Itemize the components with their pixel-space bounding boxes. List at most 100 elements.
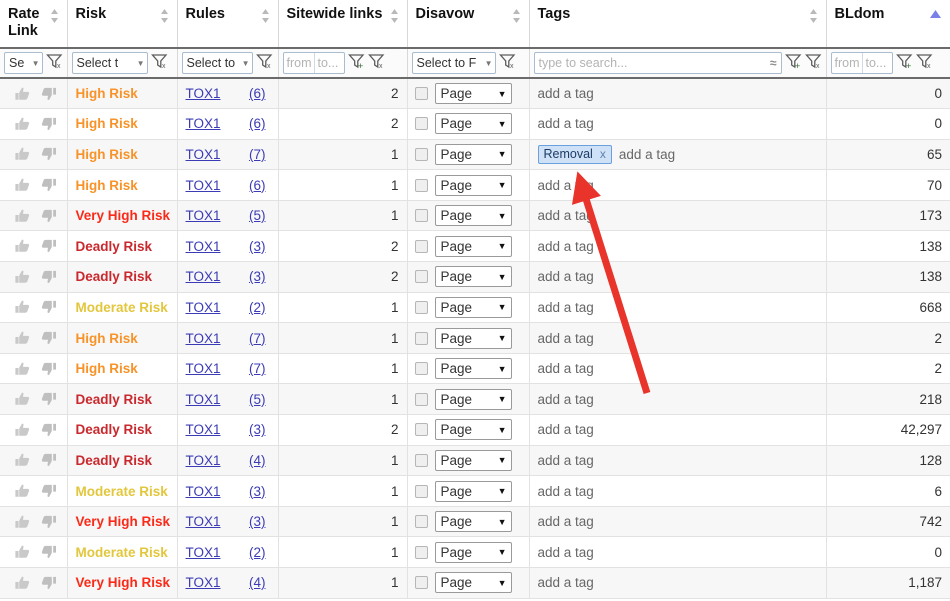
add-tag-button[interactable]: add a tag (538, 392, 594, 407)
disavow-scope-select[interactable]: Page ▼ (434, 480, 512, 502)
disavow-scope-select[interactable]: Page ▼ (434, 174, 512, 196)
rules-link[interactable]: TOX1 (186, 361, 221, 376)
table-row[interactable]: Deadly Risk TOX1 (5) 1 Page ▼ add a tag 218 (0, 383, 950, 416)
table-row[interactable]: High Risk TOX1 (6) 1 Page ▼ add a tag 70 (0, 169, 950, 201)
thumbs-down-icon[interactable] (40, 575, 57, 591)
rules-link[interactable]: TOX1 (186, 147, 221, 162)
disavow-scope-select[interactable]: Page ▼ (434, 296, 512, 318)
sort-toggle-icon[interactable] (809, 8, 818, 24)
rules-link[interactable]: TOX1 (186, 86, 221, 101)
tag-remove-icon[interactable]: x (600, 147, 606, 161)
rules-link[interactable]: TOX1 (186, 392, 221, 407)
bldom-to-input[interactable]: to... (861, 53, 892, 73)
add-tag-button[interactable]: add a tag (538, 545, 594, 560)
thumbs-up-icon[interactable] (14, 391, 31, 407)
sort-ascending-icon[interactable] (929, 7, 942, 23)
filter-clear-icon[interactable]: x (498, 52, 516, 74)
rules-filter-select[interactable]: Select to ▼ (181, 52, 253, 74)
filter-add-icon[interactable]: + (784, 52, 802, 74)
rules-link[interactable]: TOX1 (186, 545, 221, 560)
filter-clear-icon[interactable]: x (45, 52, 63, 74)
disavow-scope-select[interactable]: Page ▼ (434, 327, 512, 349)
sitewide-links-from-input[interactable]: from (284, 53, 314, 73)
thumbs-up-icon[interactable] (14, 86, 31, 102)
column-header-tags[interactable]: Tags (529, 0, 827, 49)
rules-link[interactable]: TOX1 (186, 484, 221, 499)
table-row[interactable]: Moderate Risk TOX1 (2) 1 Page ▼ add a tag 0 (0, 536, 950, 568)
disavow-checkbox[interactable] (414, 423, 428, 437)
table-row[interactable]: High Risk TOX1 (7) 1 Page ▼ Removal x add a tag 6… (0, 139, 950, 171)
rules-count-link[interactable]: (4) (249, 575, 266, 590)
table-row[interactable]: Very High Risk TOX1 (3) 1 Page ▼ add a tag 742 (0, 506, 950, 538)
sort-toggle-icon[interactable] (390, 8, 399, 24)
disavow-checkbox[interactable] (414, 117, 428, 131)
rules-link[interactable]: TOX1 (186, 422, 221, 437)
table-row[interactable]: Deadly Risk TOX1 (4) 1 Page ▼ add a tag 128 (0, 445, 950, 477)
disavow-checkbox[interactable] (414, 515, 428, 529)
thumbs-down-icon[interactable] (40, 483, 57, 499)
sitewide-links-range-filter[interactable]: from to... (282, 52, 345, 74)
disavow-checkbox[interactable] (414, 453, 428, 467)
disavow-checkbox[interactable] (414, 362, 428, 376)
rules-count-link[interactable]: (6) (249, 86, 266, 101)
column-header-bldom[interactable]: BLdom (826, 0, 950, 49)
rules-count-link[interactable]: (7) (249, 331, 266, 346)
rules-count-link[interactable]: (6) (249, 178, 266, 193)
thumbs-down-icon[interactable] (40, 146, 57, 162)
rules-link[interactable]: TOX1 (186, 300, 221, 315)
rules-link[interactable]: TOX1 (186, 239, 221, 254)
column-header-disavow[interactable]: Disavow (407, 0, 530, 49)
add-tag-button[interactable]: add a tag (538, 484, 594, 499)
thumbs-up-icon[interactable] (14, 116, 31, 132)
disavow-scope-select[interactable]: Page ▼ (434, 572, 512, 594)
disavow-filter-select[interactable]: Select to F ▼ (411, 52, 496, 74)
sitewide-links-to-input[interactable]: to... (313, 53, 344, 73)
sort-toggle-icon[interactable] (50, 8, 59, 24)
disavow-checkbox[interactable] (414, 576, 428, 590)
disavow-checkbox[interactable] (414, 209, 428, 223)
filter-clear-icon[interactable]: x (804, 52, 822, 74)
thumbs-down-icon[interactable] (40, 269, 57, 285)
column-header-rules[interactable]: Rules (177, 0, 279, 49)
add-tag-button[interactable]: add a tag (538, 331, 594, 346)
disavow-scope-select[interactable]: Page ▼ (434, 235, 512, 257)
rules-link[interactable]: TOX1 (186, 453, 221, 468)
sort-toggle-icon[interactable] (261, 8, 270, 24)
rules-count-link[interactable]: (3) (249, 514, 266, 529)
table-row[interactable]: Deadly Risk TOX1 (3) 2 Page ▼ add a tag 42,297 (0, 414, 950, 446)
add-tag-button[interactable]: add a tag (538, 86, 594, 101)
thumbs-down-icon[interactable] (40, 544, 57, 560)
rules-count-link[interactable]: (2) (249, 300, 266, 315)
thumbs-up-icon[interactable] (14, 238, 31, 254)
disavow-checkbox[interactable] (414, 239, 428, 253)
thumbs-up-icon[interactable] (14, 544, 31, 560)
thumbs-down-icon[interactable] (40, 361, 57, 377)
table-row[interactable]: High Risk TOX1 (6) 2 Page ▼ add a tag 0 (0, 108, 950, 140)
thumbs-down-icon[interactable] (40, 208, 57, 224)
rules-count-link[interactable]: (5) (249, 208, 266, 223)
tag-chip[interactable]: Removal x (537, 144, 612, 164)
table-row[interactable]: Moderate Risk TOX1 (2) 1 Page ▼ add a tag 668 (0, 292, 950, 324)
add-tag-button[interactable]: add a tag (538, 575, 594, 590)
disavow-checkbox[interactable] (414, 331, 428, 345)
add-tag-button[interactable]: add a tag (538, 269, 594, 284)
column-header-rate-link[interactable]: Rate Link (0, 0, 68, 49)
bldom-range-filter[interactable]: from to... (830, 52, 893, 74)
add-tag-button[interactable]: add a tag (538, 208, 594, 223)
rules-count-link[interactable]: (3) (249, 269, 266, 284)
disavow-checkbox[interactable] (414, 270, 428, 284)
filter-clear-icon[interactable]: x (915, 52, 933, 74)
table-row[interactable]: Moderate Risk TOX1 (3) 1 Page ▼ add a tag 6 (0, 475, 950, 507)
disavow-checkbox[interactable] (414, 178, 428, 192)
add-tag-button[interactable]: add a tag (538, 361, 594, 376)
disavow-scope-select[interactable]: Page ▼ (434, 83, 512, 105)
thumbs-up-icon[interactable] (14, 299, 31, 315)
disavow-scope-select[interactable]: Page ▼ (434, 388, 512, 410)
rules-count-link[interactable]: (6) (249, 116, 266, 131)
thumbs-down-icon[interactable] (40, 116, 57, 132)
thumbs-down-icon[interactable] (40, 452, 57, 468)
disavow-checkbox[interactable] (414, 484, 428, 498)
thumbs-up-icon[interactable] (14, 330, 31, 346)
thumbs-down-icon[interactable] (40, 86, 57, 102)
rules-link[interactable]: TOX1 (186, 178, 221, 193)
